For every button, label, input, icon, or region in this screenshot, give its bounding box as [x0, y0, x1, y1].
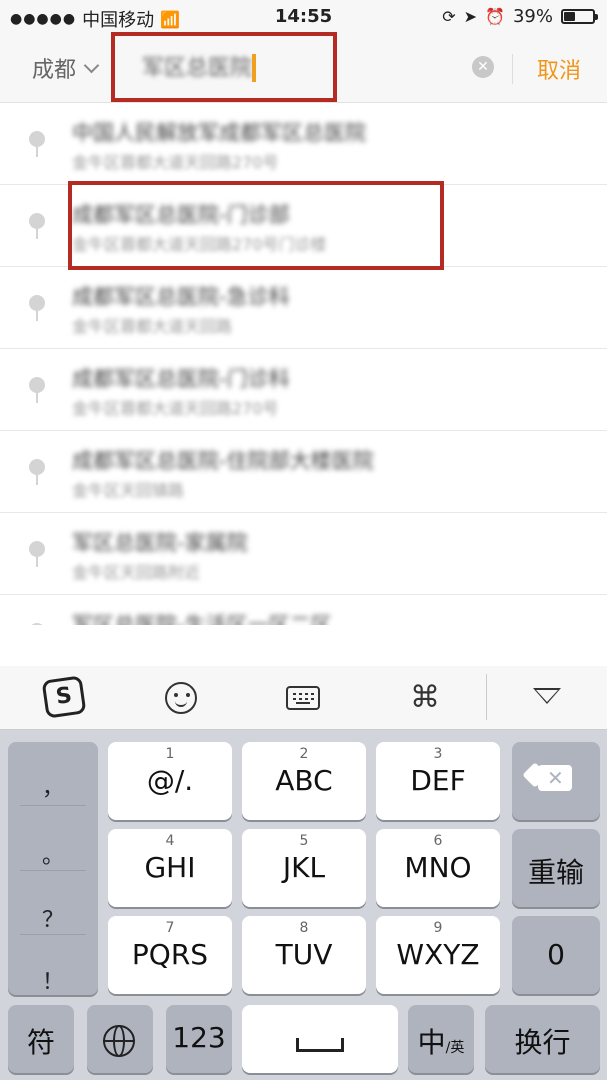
location-pin-icon: [29, 377, 45, 403]
key-3[interactable]: 3 DEF: [376, 742, 500, 820]
keyboard-toolbar: S ⌘: [0, 666, 607, 730]
enter-key[interactable]: 换行: [485, 1005, 600, 1073]
result-row[interactable]: 军区总医院-家属院金牛区天回路附近: [0, 513, 607, 595]
result-row[interactable]: 中国人民解放军成都军区总医院金牛区蓉都大道天回路270号: [0, 103, 607, 185]
backspace-icon: ✕: [522, 762, 574, 791]
location-pin-icon: [29, 295, 45, 321]
key-number: 5: [299, 833, 309, 849]
clover-icon[interactable]: ⌘: [408, 681, 442, 715]
rotation-lock-icon: ⟳: [442, 7, 456, 26]
result-title: 军区总医院-生活区一区二区: [72, 613, 332, 625]
key-label: JKL: [282, 851, 326, 884]
status-bar: ●●●●● 中国移动 📶 14:55 ⟳ ➤ ⏰ 39%: [0, 0, 607, 34]
result-address: 金牛区天回路附近: [72, 563, 201, 582]
list-footer: [0, 625, 607, 667]
sogou-logo-icon[interactable]: S: [41, 675, 87, 719]
key-label: 符: [26, 1026, 55, 1059]
key-label: WXYZ: [396, 938, 480, 971]
emoji-icon[interactable]: [165, 682, 197, 714]
punct-exclaim-key[interactable]: ！: [8, 964, 98, 996]
punct-period-key[interactable]: 。: [8, 838, 98, 870]
key-number: 6: [433, 833, 443, 849]
location-pin-icon: [29, 213, 45, 239]
punctuation-panel[interactable]: ， 。 ？ ！: [8, 742, 98, 995]
toolbar-divider: [486, 674, 487, 720]
result-address: 金牛区蓉都大道天回路270号: [72, 399, 279, 418]
key-label: MNO: [404, 851, 472, 884]
battery-icon: [561, 9, 598, 24]
key-7[interactable]: 7 PQRS: [108, 916, 232, 994]
cancel-button[interactable]: 取消: [537, 53, 581, 85]
result-title: 成都军区总医院-急诊科: [72, 285, 290, 309]
num123-key[interactable]: 123: [166, 1005, 232, 1073]
space-icon: [296, 1038, 344, 1052]
location-pin-icon: [29, 541, 45, 567]
battery-percent: 39%: [512, 6, 553, 27]
result-row[interactable]: 成都军区总医院-急诊科金牛区蓉都大道天回路: [0, 267, 607, 349]
divider: [20, 870, 86, 871]
key-5[interactable]: 5 JKL: [242, 829, 366, 907]
key-0[interactable]: 0: [512, 916, 600, 994]
language-label: 中/英: [408, 1021, 474, 1061]
result-row[interactable]: 成都军区总医院-住院部大楼医院金牛区天回镇路: [0, 431, 607, 513]
key-label: 123: [172, 1021, 226, 1054]
key-number: 3: [433, 746, 443, 762]
key-label: DEF: [410, 764, 466, 797]
location-icon: ➤: [463, 7, 478, 26]
key-label: ABC: [275, 764, 333, 797]
highlight-box-result: [68, 181, 444, 270]
key-number: 4: [165, 833, 175, 849]
key-label: 换行: [514, 1026, 571, 1059]
key-label: @/.: [146, 764, 194, 797]
key-number: 8: [299, 920, 309, 936]
result-address: 金牛区蓉都大道天回路: [72, 317, 233, 336]
lang-main: 中: [417, 1026, 446, 1059]
result-address: 金牛区天回镇路: [72, 481, 185, 500]
keyboard-icon[interactable]: [286, 686, 320, 710]
divider: [512, 54, 513, 84]
divider: [20, 934, 86, 935]
key-number: 1: [165, 746, 175, 762]
punct-comma-key[interactable]: ，: [8, 770, 98, 802]
globe-icon: [103, 1025, 135, 1057]
punct-question-key[interactable]: ？: [8, 902, 98, 934]
clear-icon[interactable]: ✕: [472, 56, 494, 78]
result-address: 金牛区蓉都大道天回路270号: [72, 153, 279, 172]
key-number: 2: [299, 746, 309, 762]
key-2[interactable]: 2 ABC: [242, 742, 366, 820]
hide-keyboard-icon[interactable]: [533, 688, 561, 704]
key-8[interactable]: 8 TUV: [242, 916, 366, 994]
location-pin-icon: [29, 131, 45, 157]
alarm-icon: ⏰: [485, 7, 505, 26]
language-switch-key[interactable]: 中/英: [408, 1005, 474, 1073]
chevron-down-icon: [83, 57, 100, 73]
key-1[interactable]: 1 @/.: [108, 742, 232, 820]
result-title: 成都军区总医院-住院部大楼医院: [72, 449, 374, 473]
location-pin-icon: [29, 459, 45, 485]
highlight-box-search: [111, 32, 337, 102]
key-label: PQRS: [131, 938, 209, 971]
key-label: 重输: [527, 856, 584, 889]
key-4[interactable]: 4 GHI: [108, 829, 232, 907]
city-selector[interactable]: 成都: [32, 52, 100, 84]
symbols-key[interactable]: 符: [8, 1005, 74, 1073]
key-label: 0: [547, 938, 565, 971]
reinput-button[interactable]: 重输: [512, 829, 600, 907]
key-label: GHI: [144, 851, 196, 884]
result-title: 成都军区总医院-门诊科: [72, 367, 290, 391]
result-row[interactable]: 军区总医院-生活区一区二区金牛区: [0, 595, 607, 625]
result-row[interactable]: 成都军区总医院-门诊科金牛区蓉都大道天回路270号: [0, 349, 607, 431]
city-label: 成都: [32, 58, 77, 83]
result-title: 军区总医院-家属院: [72, 531, 248, 555]
key-label: TUV: [275, 938, 333, 971]
key-number: 9: [433, 920, 443, 936]
result-title: 中国人民解放军成都军区总医院: [72, 121, 366, 145]
key-number: 7: [165, 920, 175, 936]
divider: [20, 805, 86, 806]
lang-sub: /英: [445, 1040, 465, 1056]
status-right-group: ⟳ ➤ ⏰ 39%: [442, 6, 598, 27]
key-6[interactable]: 6 MNO: [376, 829, 500, 907]
key-9[interactable]: 9 WXYZ: [376, 916, 500, 994]
